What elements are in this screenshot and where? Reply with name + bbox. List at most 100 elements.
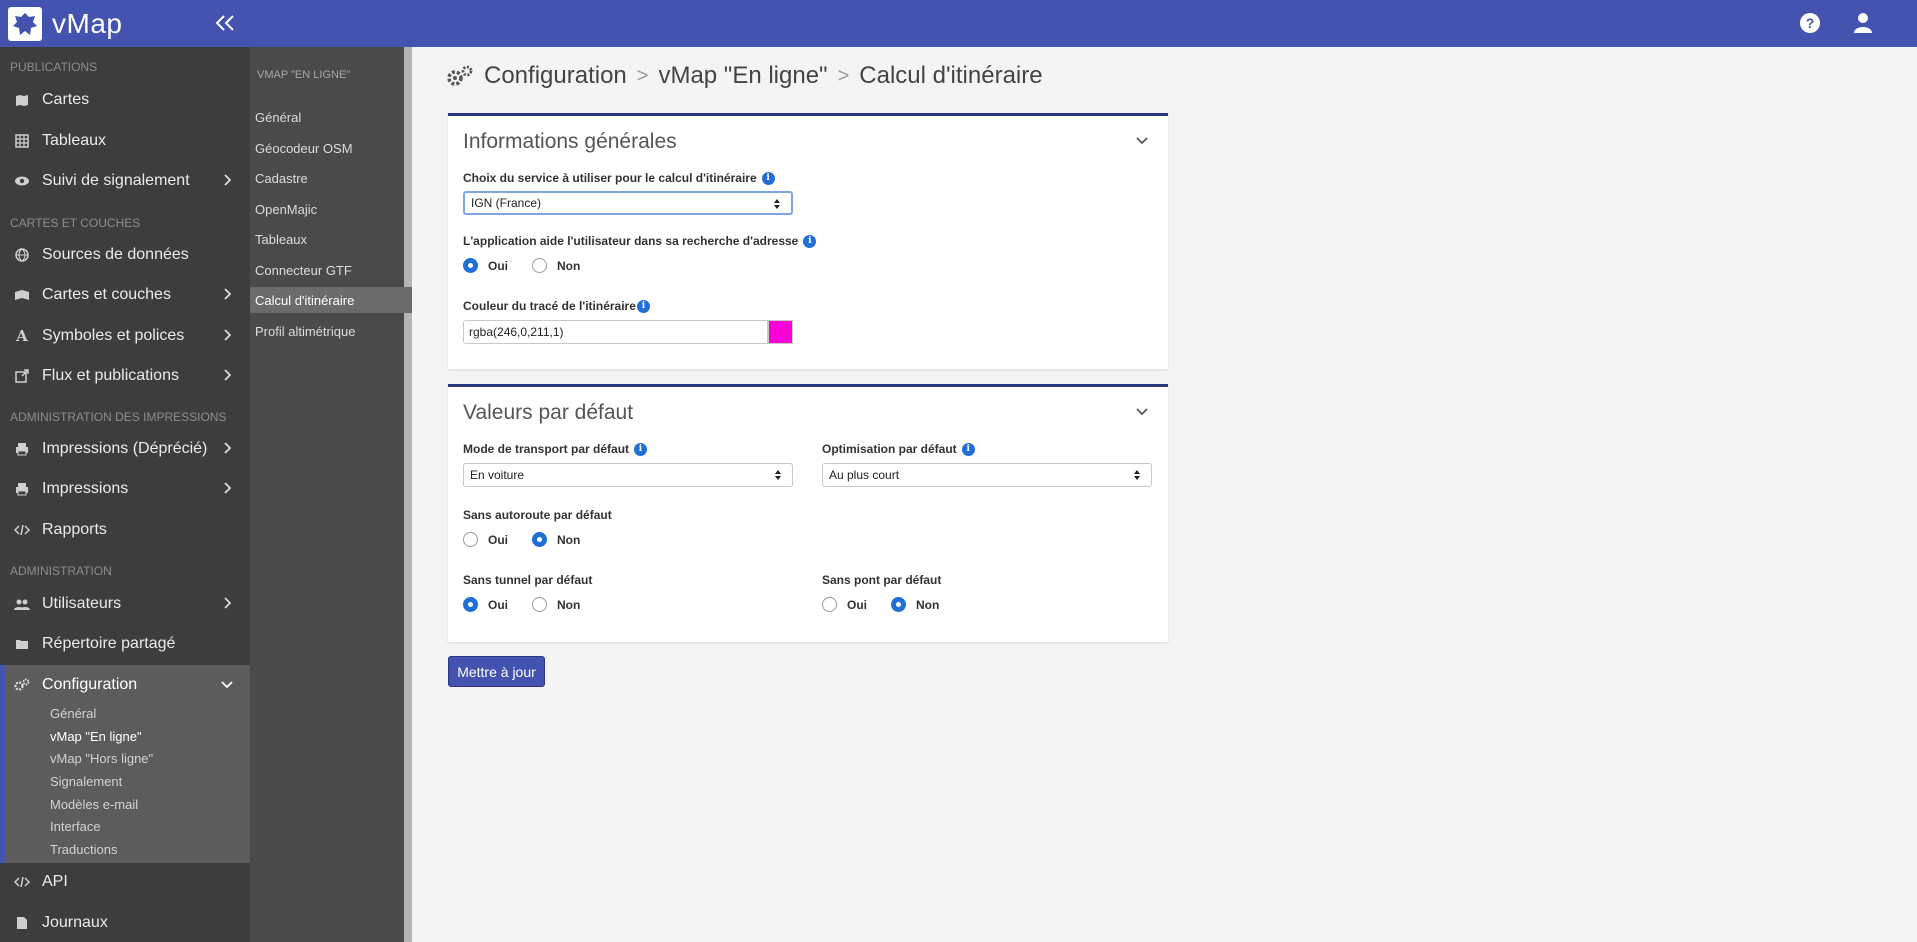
chevron-right-icon bbox=[220, 173, 234, 187]
sidebar-item-label: Répertoire partagé bbox=[42, 635, 176, 652]
sidebar-item-cartes-couches[interactable]: Cartes et couches bbox=[0, 276, 250, 314]
chevron-down-icon[interactable] bbox=[1136, 403, 1150, 417]
sidebar2-item-cadastre[interactable]: Cadastre bbox=[250, 165, 412, 191]
config-sub-general[interactable]: Général bbox=[50, 706, 96, 721]
sidebar2-item-tableaux[interactable]: Tableaux bbox=[250, 226, 412, 252]
section-cartes-couches: CARTES ET COUCHES bbox=[10, 216, 141, 230]
user-icon[interactable] bbox=[1850, 10, 1876, 36]
section-publications: PUBLICATIONS bbox=[10, 60, 98, 74]
color-swatch[interactable] bbox=[768, 320, 793, 344]
sidebar-item-utilisateurs[interactable]: Utilisateurs bbox=[0, 585, 250, 623]
no-tunnel-radio-group: Oui Non bbox=[463, 597, 580, 612]
sidebar2-item-geocodeur[interactable]: Géocodeur OSM bbox=[250, 135, 412, 161]
route-color-input[interactable]: rgba(246,0,211,1) bbox=[463, 320, 768, 344]
info-icon[interactable]: i bbox=[961, 442, 975, 456]
sidebar-item-label: Impressions (Déprécié) bbox=[42, 440, 208, 457]
info-icon[interactable]: i bbox=[636, 299, 650, 313]
info-icon[interactable]: i bbox=[803, 234, 817, 248]
config-sub-modeles-email[interactable]: Modèles e-mail bbox=[50, 797, 138, 812]
sidebar2-item-calcul-itineraire[interactable]: Calcul d'itinéraire bbox=[250, 287, 412, 313]
no-highway-label: Sans autoroute par défaut bbox=[463, 508, 612, 522]
sidebar-item-label: Impressions bbox=[42, 480, 129, 497]
info-icon[interactable]: i bbox=[634, 442, 648, 456]
radio-non[interactable] bbox=[891, 597, 906, 612]
chevron-down-icon[interactable] bbox=[1136, 132, 1150, 146]
vmap-logo-icon[interactable] bbox=[8, 6, 42, 41]
config-sub-interface[interactable]: Interface bbox=[50, 819, 101, 834]
eye-icon bbox=[14, 173, 30, 189]
sidebar-item-label: Cartes bbox=[42, 91, 90, 108]
sidebar-item-repertoire[interactable]: Répertoire partagé bbox=[0, 625, 250, 663]
panel-title: Valeurs par défaut bbox=[463, 401, 634, 424]
config-sub-traductions[interactable]: Traductions bbox=[50, 842, 117, 857]
sidebar2-item-profil-altimetrique[interactable]: Profil altimétrique bbox=[250, 318, 412, 344]
sidebar-item-impressions-deprecie[interactable]: Impressions (Déprécié) bbox=[0, 430, 250, 468]
no-tunnel-label: Sans tunnel par défaut bbox=[463, 573, 593, 587]
sidebar2-item-general[interactable]: Général bbox=[250, 104, 412, 130]
sidebar-item-flux[interactable]: Flux et publications bbox=[0, 357, 250, 395]
no-bridge-label: Sans pont par défaut bbox=[822, 573, 942, 587]
panel-title: Informations générales bbox=[463, 130, 677, 153]
sidebar-item-configuration[interactable]: Configuration bbox=[0, 666, 250, 704]
globe-icon bbox=[14, 247, 30, 263]
sidebar-item-label: Tableaux bbox=[42, 132, 107, 149]
brand-name[interactable]: vMap bbox=[52, 8, 122, 40]
folder-icon bbox=[14, 636, 30, 652]
config-sub-en-ligne[interactable]: vMap "En ligne" bbox=[50, 729, 142, 744]
help-icon[interactable]: ? bbox=[1797, 10, 1823, 36]
breadcrumb-configuration[interactable]: Configuration bbox=[484, 62, 627, 90]
collapse-sidebar-icon[interactable] bbox=[210, 8, 240, 38]
update-button[interactable]: Mettre à jour bbox=[448, 656, 545, 687]
sidebar-item-label: Cartes et couches bbox=[42, 286, 171, 303]
font-icon: A bbox=[16, 327, 28, 345]
select-arrows-icon bbox=[1134, 470, 1140, 480]
sidebar-item-label: Journaux bbox=[42, 914, 108, 931]
service-select[interactable]: IGN (France) bbox=[463, 191, 793, 215]
radio-oui[interactable] bbox=[822, 597, 837, 612]
color-label: Couleur du tracé de l'itinéraire i bbox=[463, 299, 650, 313]
table-icon bbox=[14, 133, 30, 149]
secondary-sidebar: VMAP "EN LIGNE" Général Géocodeur OSM Ca… bbox=[250, 47, 412, 942]
transport-select[interactable]: En voiture bbox=[463, 463, 793, 487]
users-icon bbox=[14, 596, 30, 612]
main-sidebar: vMap PUBLICATIONS Cartes Tableaux Suivi … bbox=[0, 0, 250, 942]
optimisation-label: Optimisation par défaut i bbox=[822, 442, 975, 456]
chevron-right-icon bbox=[220, 596, 234, 610]
svg-text:?: ? bbox=[1806, 15, 1815, 31]
radio-non[interactable] bbox=[532, 532, 547, 547]
breadcrumb-vmap-en-ligne[interactable]: vMap "En ligne" bbox=[658, 62, 827, 90]
radio-oui[interactable] bbox=[463, 258, 478, 273]
chevron-right-icon bbox=[220, 328, 234, 342]
external-link-icon bbox=[14, 368, 30, 384]
page-title: Calcul d'itinéraire bbox=[859, 62, 1043, 89]
config-sub-signalement[interactable]: Signalement bbox=[50, 774, 122, 789]
sidebar-item-symboles[interactable]: A Symboles et polices bbox=[0, 317, 250, 355]
radio-oui[interactable] bbox=[463, 532, 478, 547]
transport-label: Mode de transport par défaut i bbox=[463, 442, 648, 456]
address-help-label: L'application aide l'utilisateur dans sa… bbox=[463, 234, 817, 248]
sidebar2-item-connecteur-gtf[interactable]: Connecteur GTF bbox=[250, 257, 412, 283]
sidebar-item-impressions[interactable]: Impressions bbox=[0, 470, 250, 508]
config-sub-hors-ligne[interactable]: vMap "Hors ligne" bbox=[50, 751, 153, 766]
radio-oui[interactable] bbox=[463, 597, 478, 612]
radio-non[interactable] bbox=[532, 597, 547, 612]
sidebar-item-tableaux[interactable]: Tableaux bbox=[0, 122, 250, 160]
section-admin-impressions: ADMINISTRATION DES IMPRESSIONS bbox=[10, 410, 227, 424]
cogs-icon bbox=[14, 677, 30, 693]
radio-non[interactable] bbox=[532, 258, 547, 273]
top-bar: ? bbox=[250, 0, 1917, 47]
sidebar-item-label: Rapports bbox=[42, 521, 107, 538]
optimisation-select[interactable]: Au plus court bbox=[822, 463, 1152, 487]
sidebar2-item-openmajic[interactable]: OpenMajic bbox=[250, 196, 412, 222]
sidebar-item-sources[interactable]: Sources de données bbox=[0, 236, 250, 274]
code-icon bbox=[14, 522, 30, 538]
sidebar-item-journaux[interactable]: Journaux bbox=[0, 904, 250, 942]
sidebar-item-label: Suivi de signalement bbox=[42, 172, 190, 189]
sidebar-item-api[interactable]: API bbox=[0, 863, 250, 901]
sidebar-item-suivi[interactable]: Suivi de signalement bbox=[0, 162, 250, 200]
info-icon[interactable]: i bbox=[761, 171, 775, 185]
no-highway-radio-group: Oui Non bbox=[463, 532, 580, 547]
sidebar-item-rapports[interactable]: Rapports bbox=[0, 511, 250, 549]
sidebar-item-cartes[interactable]: Cartes bbox=[0, 81, 250, 119]
select-arrows-icon bbox=[774, 199, 780, 209]
